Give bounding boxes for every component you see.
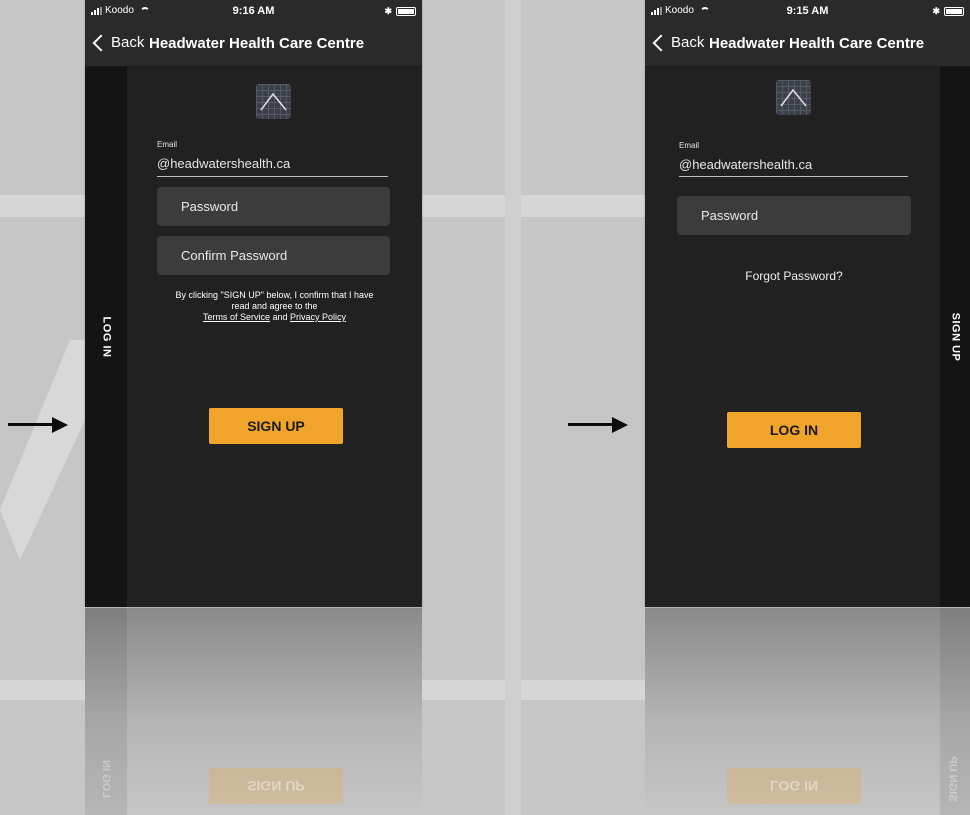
status-bar: Koodo 9:16 AM ✱ <box>85 0 422 22</box>
forgot-password-link[interactable]: Forgot Password? <box>677 269 911 283</box>
reflection-side-label: LOG IN <box>99 760 112 798</box>
navigation-bar: Back Headwater Health Care Centre <box>85 22 422 67</box>
email-underline <box>157 176 388 177</box>
back-button[interactable]: Back <box>91 34 144 51</box>
terms-of-service-link[interactable]: Terms of Service <box>203 312 270 322</box>
terms-line-1: By clicking "SIGN UP" below, I confirm t… <box>175 290 374 300</box>
status-bar: Koodo 9:15 AM ✱ <box>645 0 970 22</box>
email-label: Email <box>679 141 700 150</box>
login-reflection: SIGN UP LOG IN <box>645 608 970 815</box>
sign-up-button[interactable]: SIGN UP <box>209 408 343 444</box>
password-field[interactable]: Password <box>157 187 390 226</box>
page-title: Headwater Health Care Centre <box>149 35 365 52</box>
status-time: 9:16 AM <box>232 5 275 17</box>
signup-side-tab[interactable]: SIGN UP <box>940 67 970 607</box>
log-in-button[interactable]: LOG IN <box>727 412 861 448</box>
email-underline <box>679 176 908 177</box>
side-tab-label: LOG IN <box>99 316 112 358</box>
privacy-policy-link[interactable]: Privacy Policy <box>290 312 346 322</box>
navigation-bar: Back Headwater Health Care Centre <box>645 22 970 67</box>
email-label: Email <box>157 140 178 149</box>
bluetooth-icon: ✱ <box>932 6 940 16</box>
status-time: 9:15 AM <box>786 5 829 17</box>
terms-links: Terms of Service and Privacy Policy <box>147 312 402 323</box>
arrow-right-icon <box>568 417 628 433</box>
arrow-right-icon <box>8 417 68 433</box>
reflection-button: SIGN UP <box>209 768 343 804</box>
reflection-button: LOG IN <box>727 768 861 804</box>
login-side-tab[interactable]: LOG IN <box>85 67 127 607</box>
email-field[interactable]: @headwatershealth.ca <box>157 156 290 171</box>
back-button[interactable]: Back <box>651 34 704 51</box>
confirm-password-field[interactable]: Confirm Password <box>157 236 390 275</box>
battery-icon <box>396 7 416 16</box>
page-title: Headwater Health Care Centre <box>709 35 925 52</box>
status-right: ✱ <box>932 6 964 17</box>
app-logo-icon <box>256 84 291 119</box>
side-tab-label: SIGN UP <box>949 312 962 362</box>
password-field[interactable]: Password <box>677 196 911 235</box>
email-field[interactable]: @headwatershealth.ca <box>679 157 812 172</box>
bluetooth-icon: ✱ <box>384 6 392 16</box>
chevron-left-icon <box>652 34 670 51</box>
terms-line-2: read and agree to the <box>231 301 318 311</box>
signup-reflection: LOG IN SIGN UP <box>85 608 422 815</box>
chevron-left-icon <box>92 34 110 51</box>
reflection-side-label: SIGN UP <box>946 756 959 802</box>
back-label: Back <box>671 34 705 51</box>
battery-icon <box>944 7 964 16</box>
login-screen: Koodo 9:15 AM ✱ Back Headwater Health Ca… <box>645 0 970 607</box>
terms-and: and <box>272 312 288 322</box>
back-label: Back <box>111 34 145 51</box>
status-right: ✱ <box>384 6 416 17</box>
app-logo-icon <box>776 80 811 115</box>
terms-notice: By clicking "SIGN UP" below, I confirm t… <box>147 290 402 323</box>
signup-screen: Koodo 9:16 AM ✱ Back Headwater Health Ca… <box>85 0 422 607</box>
